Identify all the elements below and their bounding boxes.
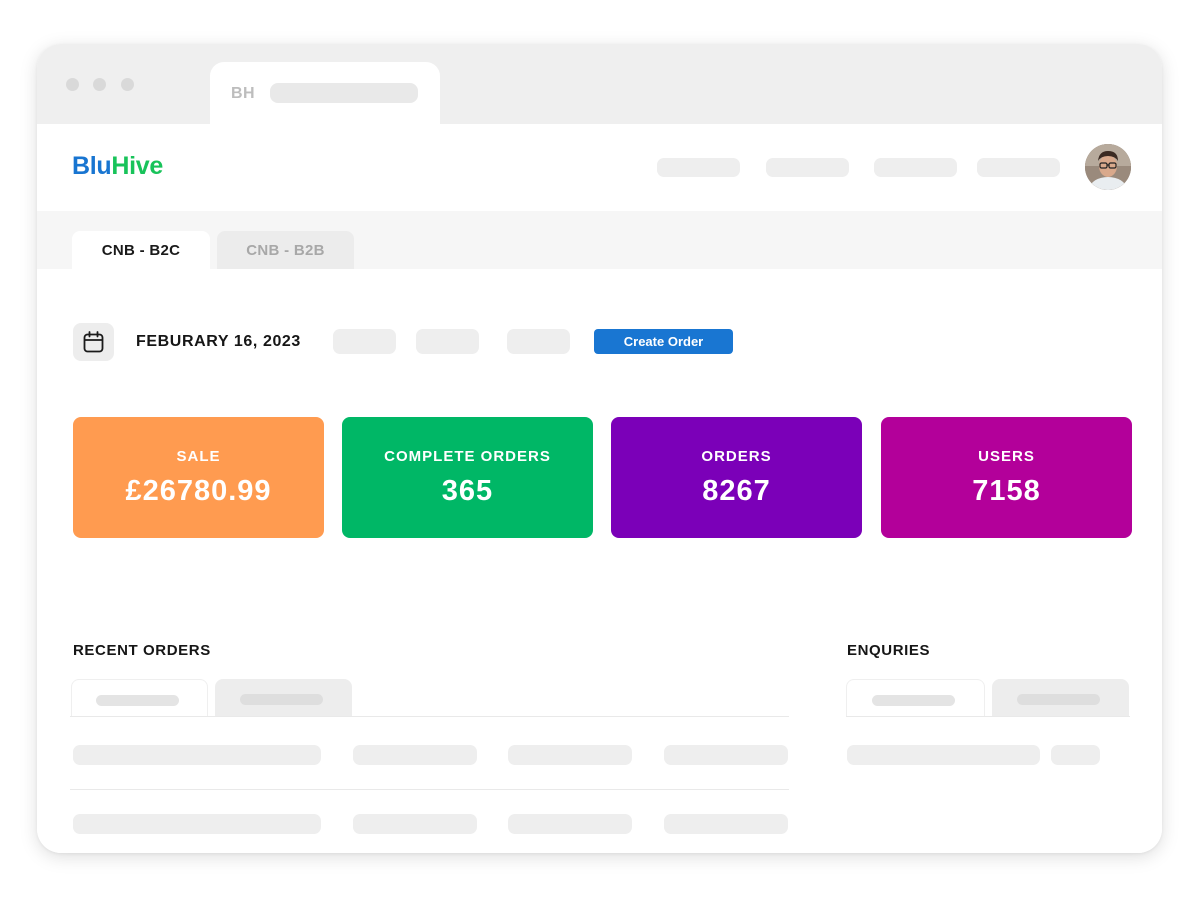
- window-close-dot[interactable]: [66, 78, 79, 91]
- bluhive-logo[interactable]: BluHive: [72, 152, 163, 181]
- browser-tab-label: BH: [231, 85, 256, 102]
- stat-card-value: 365: [441, 475, 494, 507]
- filter-placeholder-2[interactable]: [416, 329, 479, 354]
- stat-card-complete-orders[interactable]: COMPLETE ORDERS 365: [342, 417, 593, 538]
- tab-cnb-b2c[interactable]: CNB - B2C: [72, 231, 210, 269]
- stat-card-label: COMPLETE ORDERS: [384, 448, 551, 465]
- stat-card-users[interactable]: USERS 7158: [881, 417, 1132, 538]
- cell-placeholder: [353, 745, 477, 765]
- stat-card-label: SALE: [176, 448, 221, 465]
- nav-item-placeholder-4[interactable]: [977, 158, 1060, 177]
- cell-placeholder: [353, 814, 477, 834]
- stat-card-value: £26780.99: [125, 475, 272, 507]
- cell-placeholder: [73, 814, 321, 834]
- cell-placeholder: [508, 814, 632, 834]
- nav-item-placeholder-3[interactable]: [874, 158, 957, 177]
- cell-placeholder: [508, 745, 632, 765]
- browser-tab[interactable]: BH: [210, 62, 440, 124]
- tab-label-placeholder: [1017, 694, 1100, 705]
- recent-orders-tab-1[interactable]: [71, 679, 208, 717]
- logo-text-blu: Blu: [72, 152, 112, 180]
- user-avatar-photo: [1085, 144, 1131, 190]
- cell-placeholder: [73, 745, 321, 765]
- filter-placeholder-3[interactable]: [507, 329, 570, 354]
- table-divider: [70, 716, 789, 717]
- browser-tab-title-placeholder: [270, 83, 418, 103]
- enquiries-tab-1[interactable]: [846, 679, 985, 717]
- filter-placeholder-1[interactable]: [333, 329, 396, 354]
- nav-item-placeholder-2[interactable]: [766, 158, 849, 177]
- enquiries-title: ENQURIES: [847, 642, 931, 659]
- stat-card-label: USERS: [978, 448, 1035, 465]
- date-picker-button[interactable]: [73, 323, 114, 361]
- table-divider: [70, 789, 789, 790]
- store-tabs-bar: CNB - B2C CNB - B2B: [37, 211, 1162, 269]
- browser-window: BH BluHive CNB - B2C CNB - B2B FEBURARY …: [37, 44, 1162, 853]
- recent-orders-tab-2[interactable]: [215, 679, 352, 717]
- window-minimize-dot[interactable]: [93, 78, 106, 91]
- recent-orders-title: RECENT ORDERS: [73, 642, 211, 659]
- tab-label-placeholder: [96, 695, 179, 706]
- dashboard-content: FEBURARY 16, 2023 Create Order SALE £267…: [37, 269, 1162, 853]
- stat-card-orders[interactable]: ORDERS 8267: [611, 417, 862, 538]
- app-header: BluHive: [37, 124, 1162, 211]
- logo-text-hive: Hive: [111, 152, 163, 180]
- enquiries-tab-2[interactable]: [992, 679, 1129, 717]
- tab-label-placeholder: [872, 695, 955, 706]
- calendar-icon: [83, 331, 104, 353]
- cell-placeholder: [1051, 745, 1100, 765]
- cell-placeholder: [664, 745, 788, 765]
- browser-chrome: BH: [37, 44, 1162, 124]
- user-avatar[interactable]: [1085, 144, 1131, 190]
- tab-label-placeholder: [240, 694, 323, 705]
- cell-placeholder: [664, 814, 788, 834]
- nav-item-placeholder-1[interactable]: [657, 158, 740, 177]
- create-order-button[interactable]: Create Order: [594, 329, 733, 354]
- current-date: FEBURARY 16, 2023: [136, 333, 301, 350]
- cell-placeholder: [847, 745, 1040, 765]
- stat-card-sale[interactable]: SALE £26780.99: [73, 417, 324, 538]
- tab-cnb-b2b[interactable]: CNB - B2B: [217, 231, 354, 269]
- stat-card-label: ORDERS: [701, 448, 772, 465]
- stat-card-value: 8267: [702, 475, 771, 507]
- stat-card-value: 7158: [972, 475, 1041, 507]
- window-maximize-dot[interactable]: [121, 78, 134, 91]
- enquiries-divider: [846, 716, 1130, 717]
